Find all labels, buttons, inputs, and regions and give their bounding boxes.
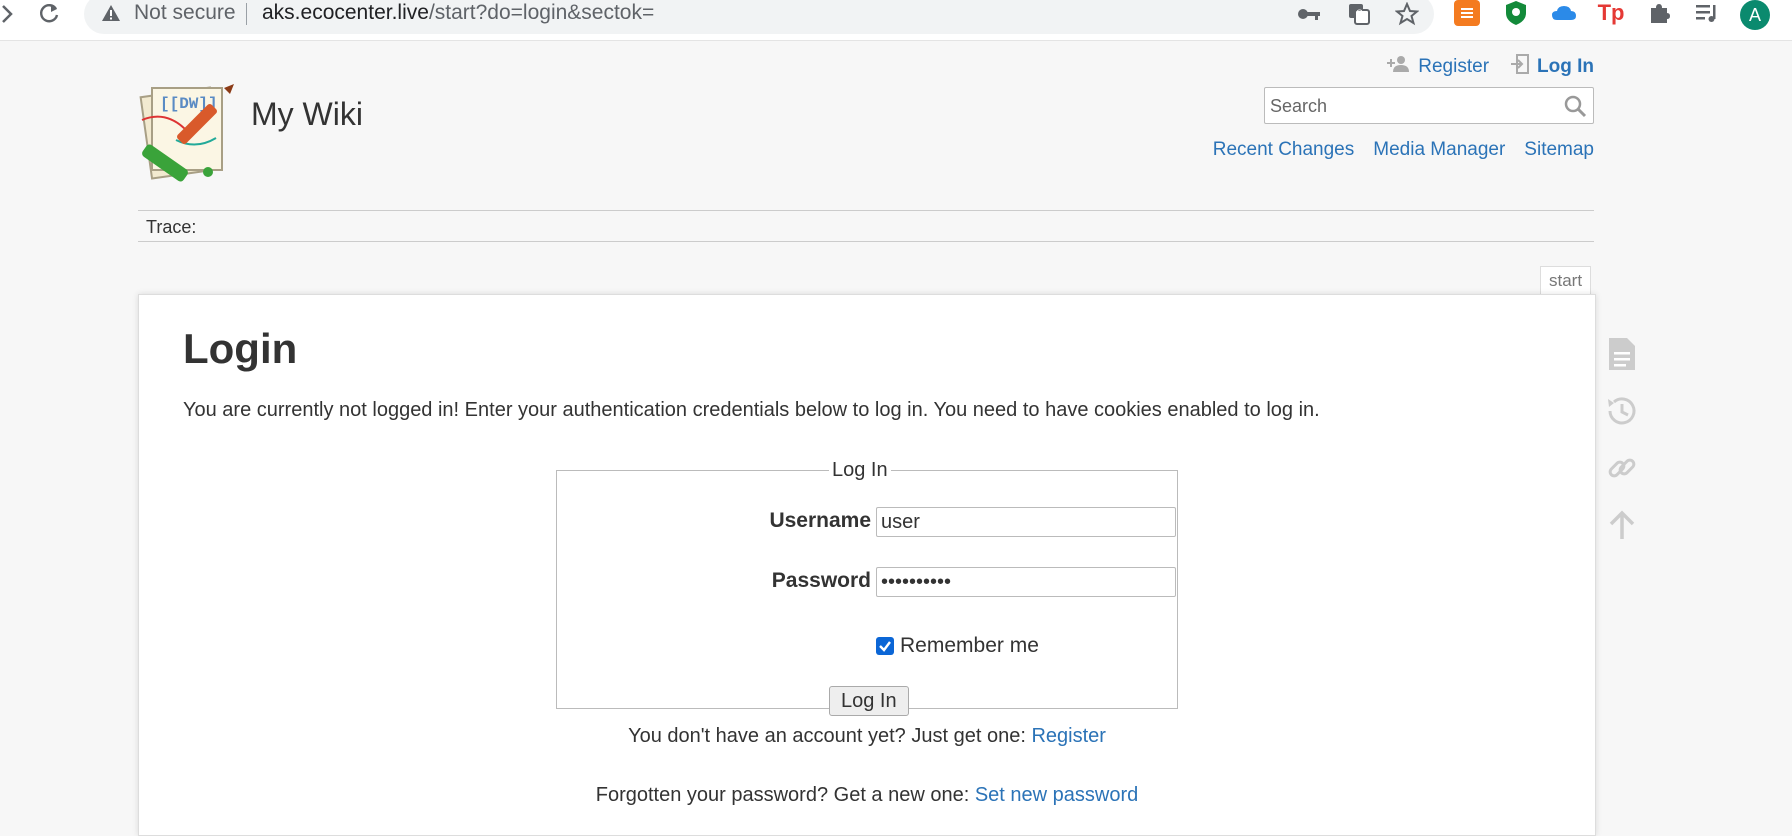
url-text[interactable]: aks.ecocenter.live/start?do=login&sectok…: [262, 1, 654, 25]
media-playlist-icon[interactable]: [1694, 0, 1720, 26]
extensions-puzzle-icon[interactable]: [1646, 0, 1672, 26]
password-label: Password: [771, 569, 871, 592]
user-tools: Register Log In: [1386, 54, 1594, 79]
breadcrumb-trace: Trace:: [138, 210, 1594, 242]
set-new-password-link[interactable]: Set new password: [975, 784, 1138, 806]
show-page-icon[interactable]: [1604, 336, 1640, 372]
register-label: Register: [1418, 55, 1490, 77]
register-page-link[interactable]: Register: [1031, 725, 1105, 747]
browser-toolbar: Not secure aks.ecocenter.live/start?do=l…: [0, 0, 1792, 41]
extension-orange-icon[interactable]: [1454, 0, 1480, 26]
backlinks-icon[interactable]: [1604, 450, 1640, 486]
add-user-icon: [1386, 55, 1410, 78]
register-prompt-line: You don't have an account yet? Just get …: [139, 725, 1595, 748]
remember-me-option[interactable]: Remember me: [876, 634, 1039, 658]
page-tools: [1604, 336, 1640, 564]
reset-prompt-line: Forgotten your password? Get a new one: …: [139, 784, 1595, 807]
url-path: /start?do=login&sectok=: [428, 1, 655, 24]
key-icon[interactable]: [1296, 1, 1322, 27]
remember-me-label: Remember me: [900, 634, 1039, 657]
search-icon[interactable]: [1563, 94, 1587, 118]
username-label: Username: [769, 509, 871, 532]
page-title: Login: [183, 325, 298, 372]
extension-cloud-icon[interactable]: [1551, 0, 1577, 26]
extension-tp-icon[interactable]: Tp: [1598, 0, 1625, 26]
login-form-legend: Log In: [832, 459, 888, 481]
profile-avatar[interactable]: A: [1740, 0, 1770, 30]
site-title[interactable]: My Wiki: [251, 96, 363, 133]
trace-label: Trace:: [146, 217, 197, 237]
reset-prompt-text: Forgotten your password? Get a new one:: [595, 784, 970, 806]
svg-text:G: G: [1356, 8, 1363, 18]
recent-changes-link[interactable]: Recent Changes: [1213, 139, 1355, 161]
security-label[interactable]: Not secure: [134, 1, 236, 25]
password-field[interactable]: [876, 567, 1176, 597]
register-prompt-text: You don't have an account yet? Just get …: [628, 725, 1026, 747]
login-link[interactable]: Log In: [1511, 54, 1594, 79]
search-input[interactable]: [1268, 91, 1552, 121]
old-revisions-icon[interactable]: [1604, 393, 1640, 429]
login-icon: [1511, 54, 1530, 79]
url-host: aks.ecocenter.live: [262, 1, 429, 24]
translate-icon[interactable]: G: [1346, 1, 1372, 27]
warning-icon[interactable]: [100, 2, 122, 24]
login-submit-button[interactable]: Log In: [829, 686, 909, 716]
page-content: Login You are currently not logged in! E…: [138, 294, 1596, 836]
remember-me-checkbox[interactable]: [876, 637, 894, 655]
omnibox-divider: [246, 3, 247, 25]
sitemap-link[interactable]: Sitemap: [1524, 139, 1594, 161]
bookmark-star-icon[interactable]: [1394, 1, 1420, 27]
site-tools: Recent Changes Media Manager Sitemap: [1213, 139, 1594, 161]
username-field[interactable]: [876, 507, 1176, 537]
media-manager-link[interactable]: Media Manager: [1373, 139, 1505, 161]
login-form: Log In Username Password Remember me Log…: [556, 459, 1178, 716]
extension-shield-icon[interactable]: [1503, 0, 1529, 26]
register-link[interactable]: Register: [1386, 55, 1489, 78]
dokuwiki-logo[interactable]: [[DW]]: [136, 80, 240, 184]
reload-icon[interactable]: [34, 0, 64, 28]
login-intro-text: You are currently not logged in! Enter y…: [183, 399, 1320, 421]
login-label: Log In: [1537, 55, 1594, 77]
search-box: [1264, 87, 1594, 124]
back-to-top-icon[interactable]: [1604, 507, 1640, 543]
page-id: start: [1540, 266, 1592, 295]
forward-icon[interactable]: [0, 0, 14, 28]
